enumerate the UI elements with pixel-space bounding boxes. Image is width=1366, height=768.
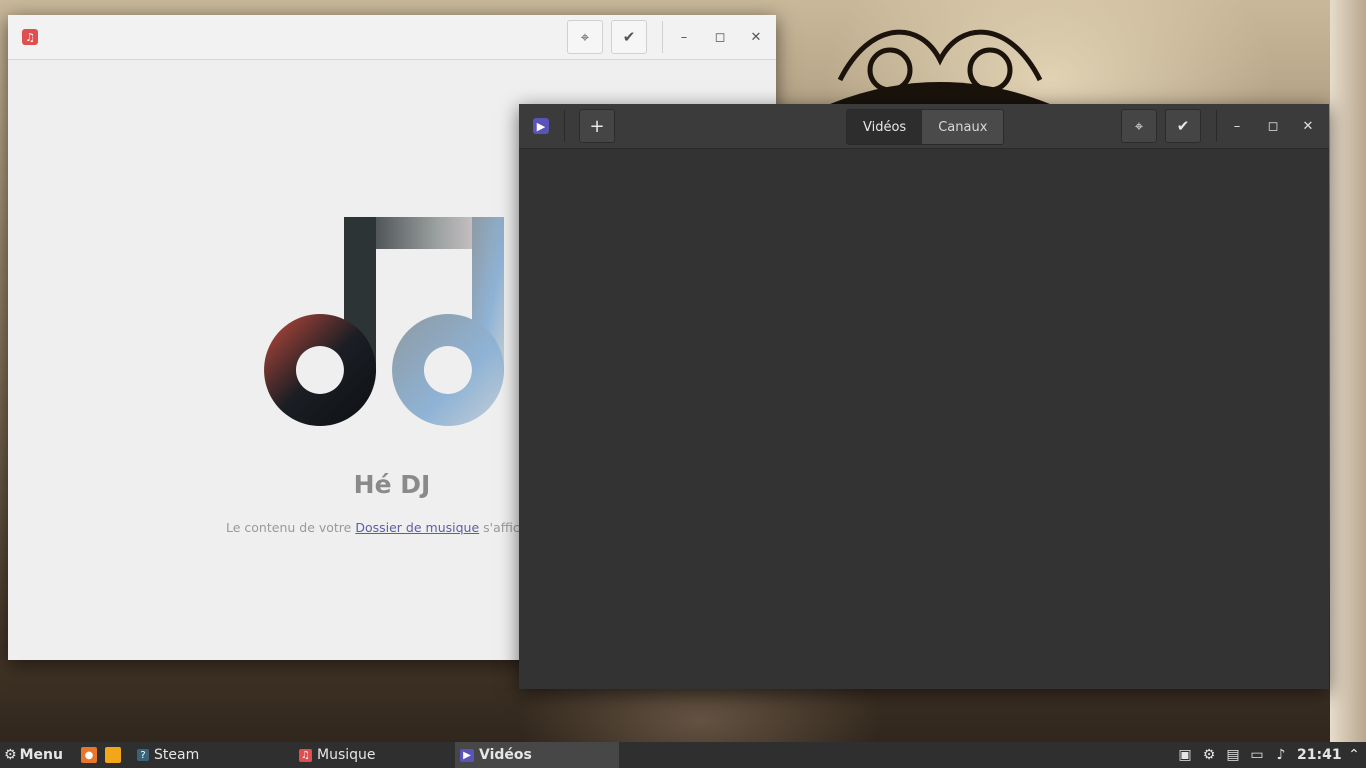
empty-state-message: Le contenu de votre Dossier de musique s… <box>226 520 528 535</box>
firefox-icon: ● <box>81 747 97 763</box>
settings-tray-icon[interactable]: ⚙ <box>1201 746 1217 764</box>
titlebar-separator <box>1216 110 1217 142</box>
locate-button[interactable]: ⌖ <box>1121 109 1157 143</box>
sound-tray-icon[interactable]: ♪ <box>1273 746 1289 764</box>
music-folder-link[interactable]: Dossier de musique <box>355 520 479 535</box>
folder-icon <box>105 747 121 763</box>
videos-window: ▶ + Vidéos Canaux ⌖ ✔ – ◻ ✕ <box>519 104 1329 689</box>
close-icon: ✕ <box>1302 118 1314 134</box>
steam-icon: ? <box>137 749 149 761</box>
message-prefix: Le contenu de votre <box>226 520 356 535</box>
videos-app-icon: ▶ <box>533 118 549 134</box>
close-button[interactable]: ✕ <box>746 27 766 47</box>
network-tray-icon[interactable]: ▭ <box>1249 746 1265 764</box>
select-button[interactable]: ✔ <box>611 20 647 54</box>
add-button[interactable]: + <box>579 109 615 143</box>
clock[interactable]: 21:41 <box>1297 742 1342 768</box>
music-app-icon: ♫ <box>22 29 38 45</box>
clipboard-tray-icon[interactable]: ▤ <box>1225 746 1241 764</box>
wallpaper-pillar <box>1330 0 1366 742</box>
minimize-button[interactable]: – <box>1227 116 1247 136</box>
close-button[interactable]: ✕ <box>1298 116 1318 136</box>
plus-icon: + <box>589 115 605 137</box>
maximize-button[interactable]: ◻ <box>710 27 730 47</box>
minimize-icon: – <box>1233 118 1241 134</box>
titlebar-separator <box>662 21 663 53</box>
taskbar-item-label: Musique <box>317 747 376 763</box>
wallpaper-ornament <box>830 29 1050 104</box>
tab-videos[interactable]: Vidéos <box>847 110 923 144</box>
locate-button[interactable]: ⌖ <box>567 20 603 54</box>
gear-icon: ⚙ <box>4 747 17 763</box>
chevron-up-icon[interactable]: ⌃ <box>1346 746 1362 764</box>
menu-button[interactable]: ⚙ Menu <box>4 742 63 768</box>
crosshair-icon: ⌖ <box>580 28 590 46</box>
music-titlebar[interactable]: ♫ ⌖ ✔ – ◻ ✕ <box>8 15 776 60</box>
maximize-icon: ◻ <box>1267 118 1279 134</box>
minimize-button[interactable]: – <box>674 27 694 47</box>
taskbar-item-videos[interactable]: ▶ Vidéos <box>455 742 619 768</box>
keyboard-tray-icon[interactable]: ▣ <box>1177 746 1193 764</box>
maximize-icon: ◻ <box>714 29 726 45</box>
videos-content-area <box>519 149 1329 689</box>
check-icon: ✔ <box>622 28 636 46</box>
maximize-button[interactable]: ◻ <box>1263 116 1283 136</box>
files-launcher[interactable] <box>105 742 126 768</box>
menu-label: Menu <box>19 747 63 763</box>
taskbar-item-label: Steam <box>154 747 200 763</box>
music-notes-logo <box>264 217 504 426</box>
view-switcher: Vidéos Canaux <box>846 109 1005 145</box>
videos-app-icon: ▶ <box>460 748 474 762</box>
taskbar-item-steam[interactable]: ? Steam <box>137 742 199 768</box>
music-app-icon: ♫ <box>299 748 312 762</box>
close-icon: ✕ <box>750 29 762 45</box>
minimize-icon: – <box>680 29 688 45</box>
titlebar-separator <box>564 110 565 142</box>
crosshair-icon: ⌖ <box>1134 117 1144 135</box>
tab-channels[interactable]: Canaux <box>922 110 1004 144</box>
firefox-launcher[interactable]: ● <box>81 742 102 768</box>
select-button[interactable]: ✔ <box>1165 109 1201 143</box>
taskbar: ⚙ Menu ● ? Steam ♫ Musique ▶ Vidéos ▣ ⚙ … <box>0 742 1366 768</box>
check-icon: ✔ <box>1176 117 1190 135</box>
taskbar-item-label: Vidéos <box>479 747 532 763</box>
taskbar-item-music[interactable]: ♫ Musique <box>299 742 376 768</box>
videos-titlebar[interactable]: ▶ + Vidéos Canaux ⌖ ✔ – ◻ ✕ <box>519 104 1329 149</box>
